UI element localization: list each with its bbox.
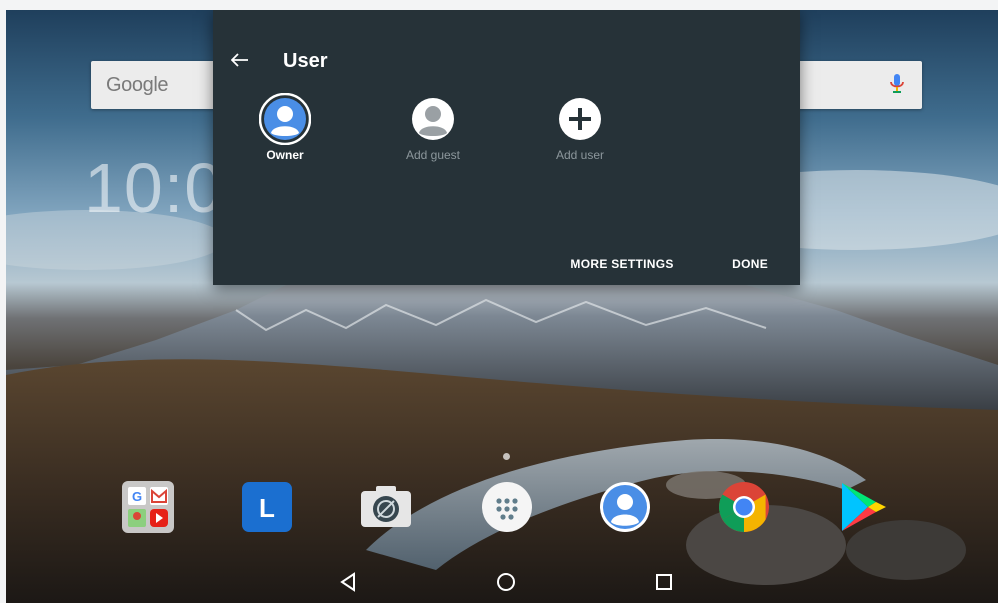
recents-icon[interactable] [655, 572, 673, 597]
home-icon[interactable] [496, 572, 516, 597]
dialog-actions: MORE SETTINGS DONE [526, 255, 778, 273]
more-settings-button[interactable]: MORE SETTINGS [560, 257, 683, 271]
user-add-user[interactable]: Add user [530, 93, 630, 162]
dialog-title: User [283, 50, 328, 72]
clock-widget[interactable]: 10:0 [84, 148, 224, 228]
done-button[interactable]: DONE [722, 257, 778, 271]
owner-avatar-icon [258, 92, 312, 146]
owner-label: Owner [266, 148, 304, 162]
chrome-icon[interactable] [717, 480, 771, 534]
google-logo: Google [106, 74, 169, 96]
add-user-label: Add user [555, 148, 605, 162]
back-icon[interactable] [339, 572, 357, 597]
page-indicator [503, 453, 510, 460]
mic-icon[interactable] [890, 73, 904, 100]
camera-icon[interactable] [359, 480, 413, 534]
app-drawer-icon[interactable] [480, 480, 534, 534]
home-screen: Google 10:0 User Owner Add guest Add use… [6, 10, 998, 603]
add-user-icon [554, 93, 606, 145]
back-arrow-icon[interactable] [230, 53, 249, 72]
user-switcher-dialog: User Owner Add guest Add user MORE SETTI… [213, 10, 800, 285]
google-apps-folder-icon[interactable]: G [121, 480, 175, 534]
add-guest-label: Add guest [405, 148, 461, 162]
navigation-bar [6, 563, 998, 603]
svg-text:L: L [259, 493, 275, 523]
lenovo-launcher-icon[interactable]: L [240, 480, 294, 534]
play-store-icon[interactable] [836, 480, 890, 534]
contacts-icon[interactable] [598, 480, 652, 534]
user-add-guest[interactable]: Add guest [383, 93, 483, 162]
user-owner[interactable]: Owner [235, 92, 335, 162]
svg-text:G: G [132, 489, 142, 504]
guest-avatar-icon [407, 93, 459, 145]
